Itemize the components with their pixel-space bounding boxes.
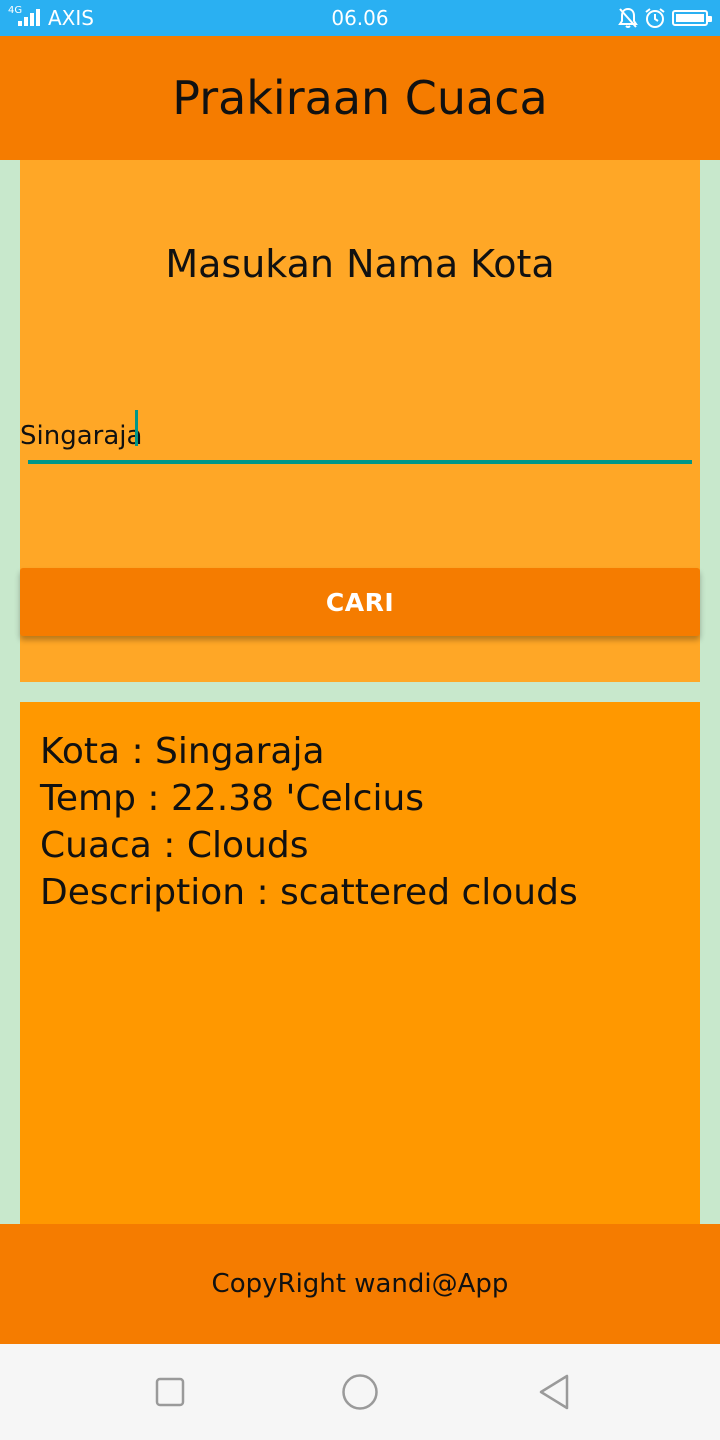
app-bar: Prakiraan Cuaca [0, 36, 720, 160]
result-temperature: Temp : 22.38 'Celcius [40, 778, 425, 819]
status-right [618, 6, 712, 30]
home-button[interactable] [340, 1372, 380, 1412]
battery-tip [708, 16, 712, 22]
footer: CopyRight wandi@App [0, 1224, 720, 1344]
recent-apps-button[interactable] [150, 1372, 190, 1412]
battery-level [676, 14, 704, 22]
navigation-bar [0, 1344, 720, 1440]
status-bar: 4G AXIS 06.06 [0, 0, 720, 36]
input-underline [28, 460, 692, 464]
city-prompt-label: Masukan Nama Kota [165, 242, 555, 286]
silent-bell-icon [618, 7, 638, 28]
text-cursor [135, 410, 138, 446]
search-card: Masukan Nama Kota CARI [20, 160, 700, 682]
battery-icon [672, 10, 712, 26]
result-city: Kota : Singaraja [40, 731, 325, 772]
result-weather: Cuaca : Clouds [40, 825, 309, 866]
result-card: Kota : Singaraja Temp : 22.38 'Celcius C… [20, 702, 700, 1224]
alarm-icon [645, 8, 665, 28]
copyright-text: CopyRight wandi@App [211, 1269, 509, 1299]
result-description: Description : scattered clouds [40, 872, 578, 913]
search-button[interactable]: CARI [20, 568, 700, 636]
back-button[interactable] [534, 1372, 574, 1412]
status-time: 06.06 [331, 6, 389, 30]
back-icon [539, 1374, 569, 1410]
app-title: Prakiraan Cuaca [172, 71, 548, 125]
city-input[interactable] [20, 408, 700, 464]
recent-apps-icon [155, 1377, 185, 1407]
home-icon [342, 1374, 378, 1410]
weather-result: Kota : Singaraja Temp : 22.38 'Celcius C… [40, 728, 578, 916]
